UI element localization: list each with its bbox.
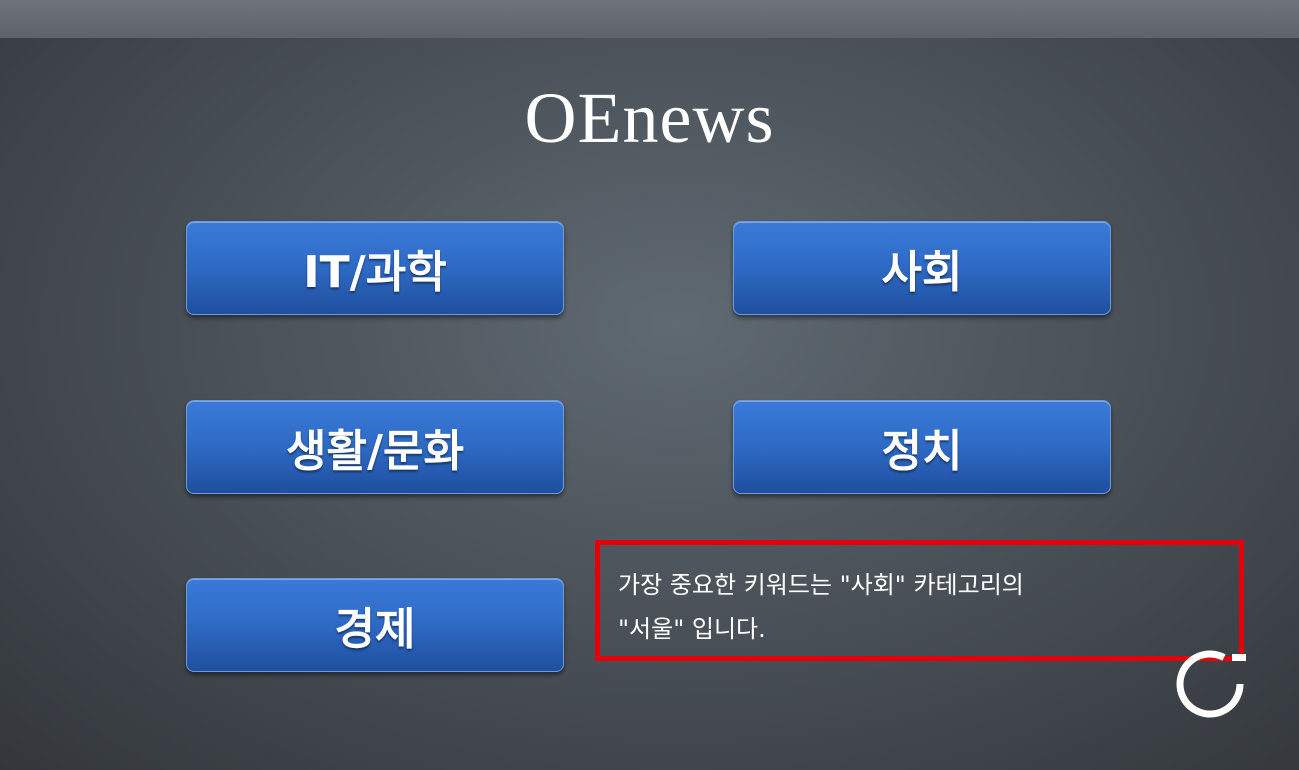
category-button-economy[interactable]: 경제 <box>186 578 564 672</box>
category-button-life-culture[interactable]: 생활/문화 <box>186 400 564 494</box>
keyword-message-line-1: 가장 중요한 키워드는 "사회" 카테고리의 <box>618 571 1024 599</box>
app-title: OEnews <box>524 78 775 158</box>
top-bar <box>0 0 1299 38</box>
category-button-politics[interactable]: 정치 <box>733 400 1111 494</box>
keyword-message-line-2: "서울" 입니다. <box>618 615 766 643</box>
keyword-message-box: 가장 중요한 키워드는 "사회" 카테고리의 "서울" 입니다. <box>595 540 1244 661</box>
category-button-society[interactable]: 사회 <box>733 221 1111 315</box>
category-button-it-science[interactable]: IT/과학 <box>186 221 564 315</box>
refresh-icon[interactable] <box>1170 644 1250 724</box>
